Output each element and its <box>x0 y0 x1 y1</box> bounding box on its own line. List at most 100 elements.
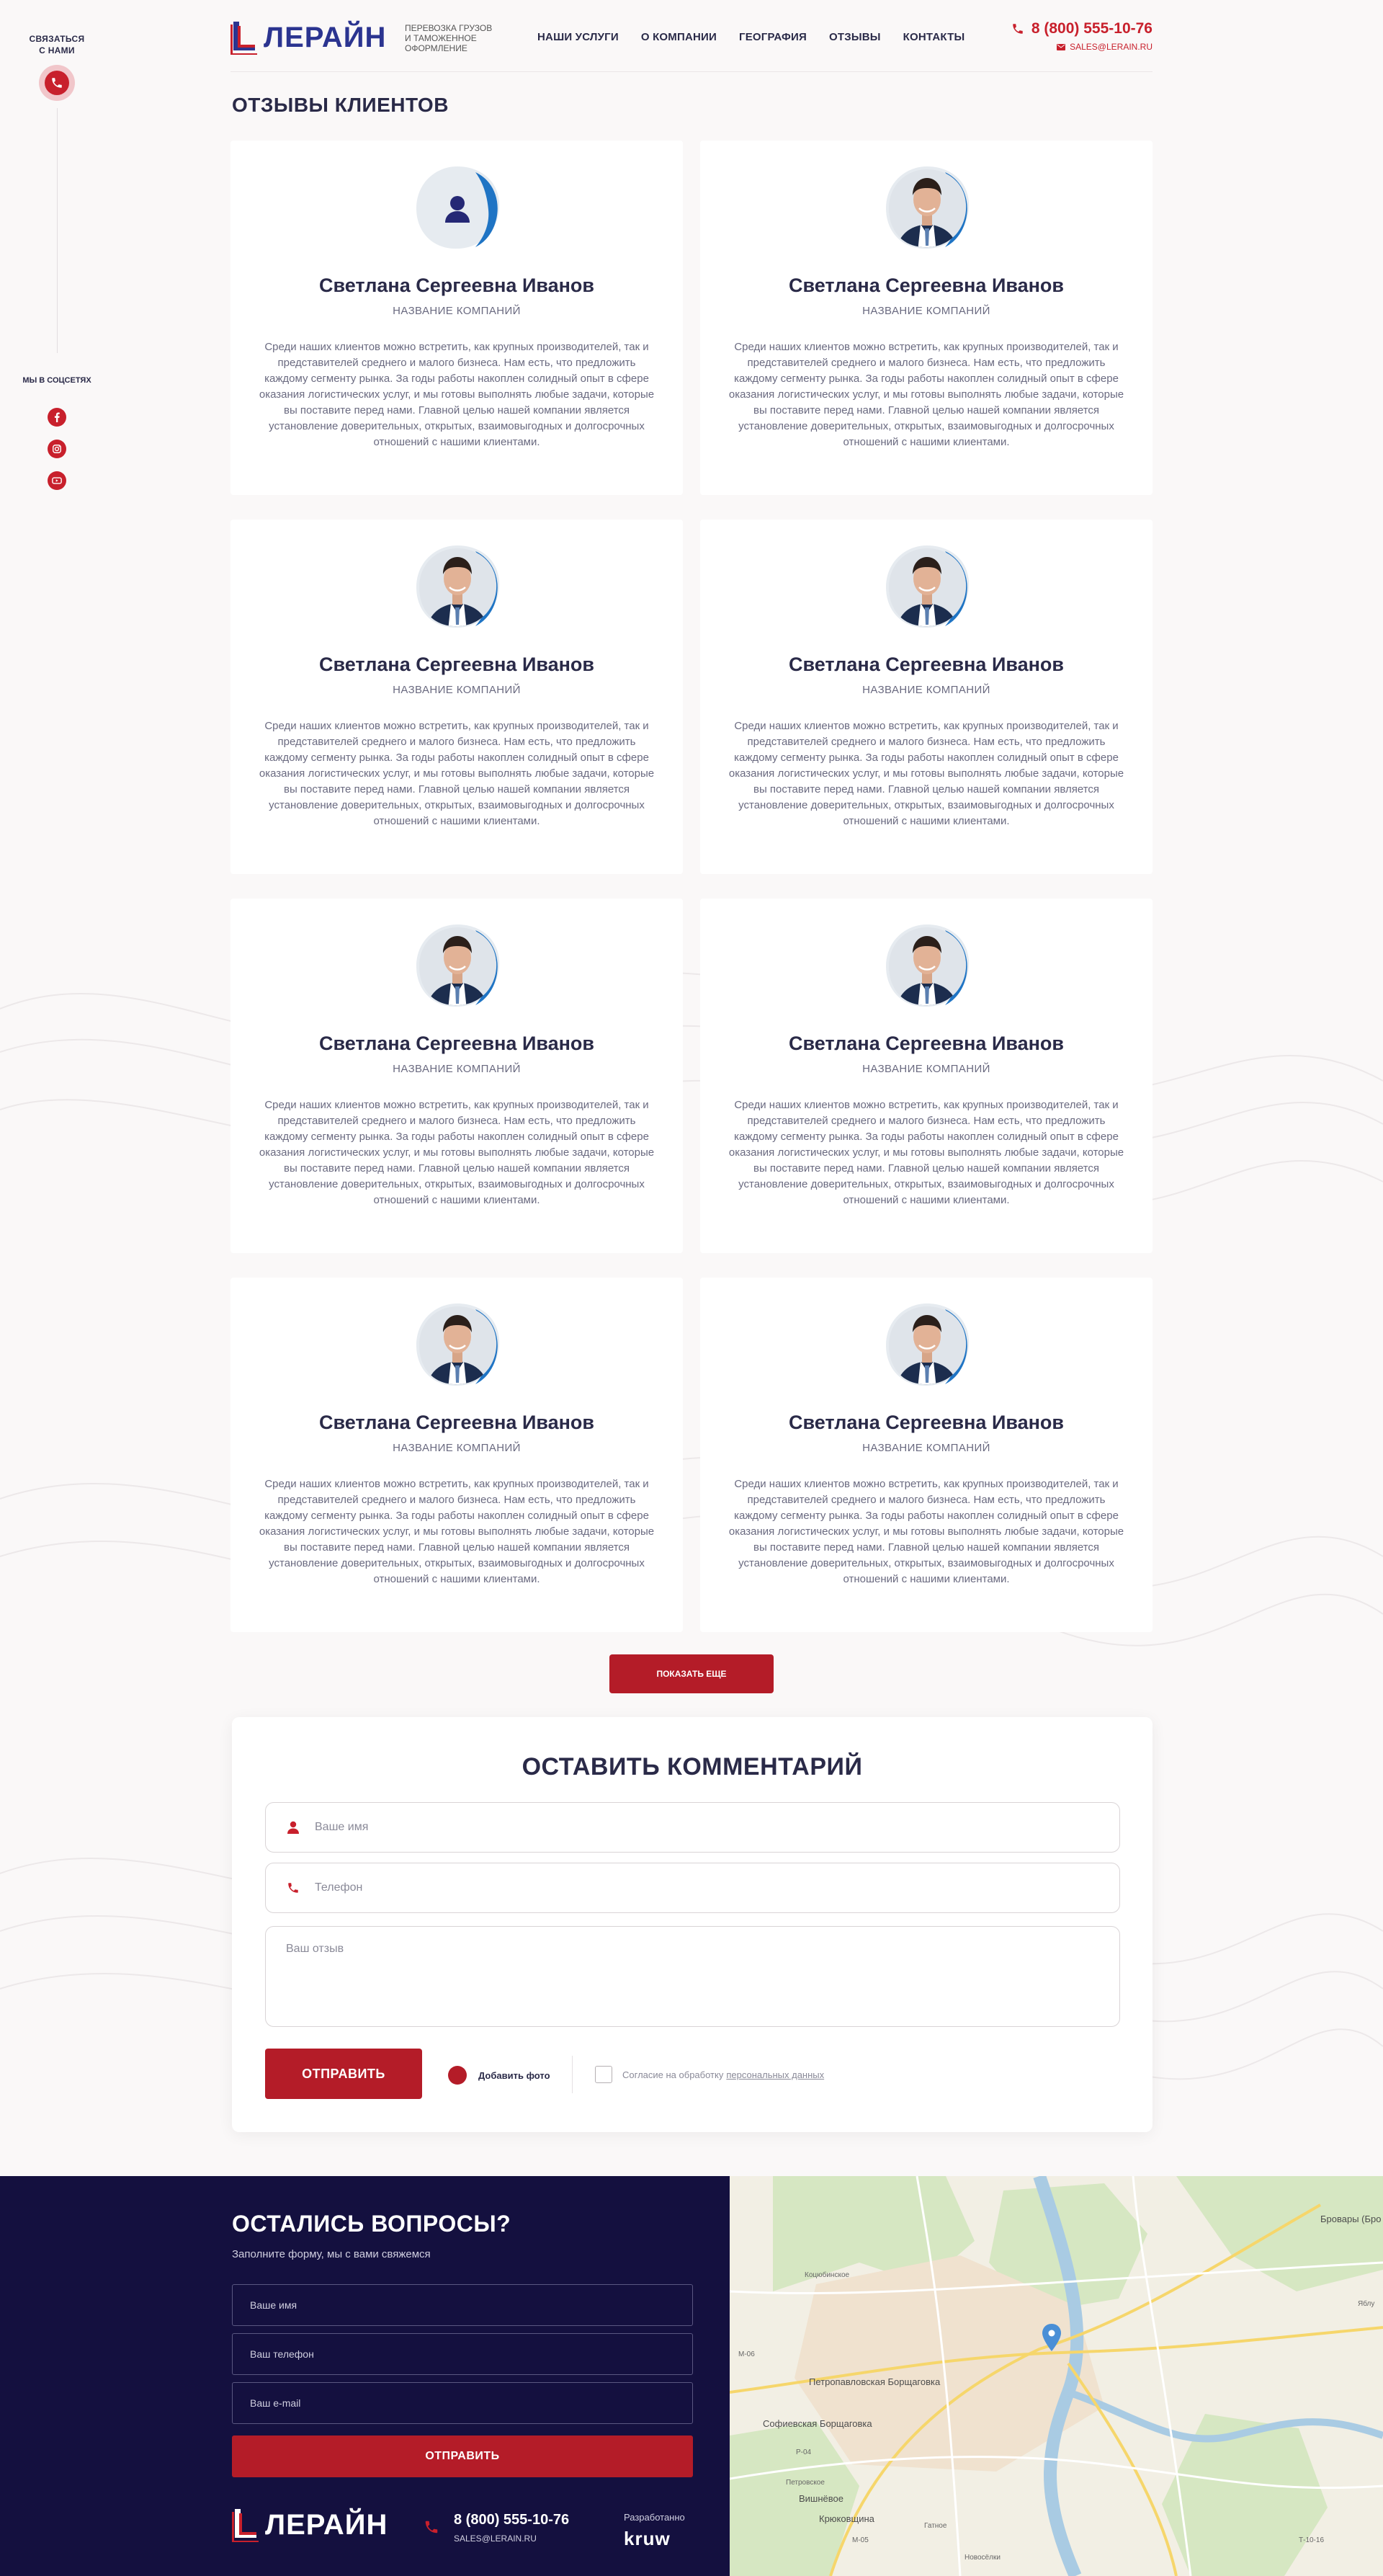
footer-email-input[interactable]: Ваш e-mail <box>232 2382 693 2424</box>
footer-subtitle: Заполните форму, мы с вами свяжемся <box>232 2248 431 2260</box>
footer-phone[interactable]: 8 (800) 555-10-76 <box>454 2512 569 2528</box>
reviewer-company: НАЗВАНИЕ КОМПАНИЙ <box>393 1063 521 1075</box>
developer-label: Разработанно <box>624 2512 685 2523</box>
social-title: МЫ В СОЦСЕТЯХ <box>22 376 91 385</box>
reviewer-name: Светлана Сергеевна Иванов <box>318 275 595 296</box>
logo-tagline: ПЕРЕВОЗКА ГРУЗОВ И ТАМОЖЕННОЕ ОФОРМЛЕНИЕ <box>405 23 493 53</box>
review-text: Среди наших клиентов можно встретить, ка… <box>259 341 655 448</box>
logo-mark-icon <box>230 22 257 55</box>
map-label-petropavlivska: Петропавловская Борщаговка <box>809 2376 941 2387</box>
contact-us-label[interactable]: СВЯЗАТЬСЯ С НАМИ <box>14 33 99 56</box>
reviewer-name: Светлана Сергеевна Иванов <box>318 654 595 675</box>
map-label-yablu: Яблу <box>1358 2300 1375 2308</box>
phone-icon <box>52 78 62 88</box>
logo-text: ЛЕРАЙН <box>264 21 387 53</box>
comment-review-textarea[interactable]: Ваш отзыв <box>265 1926 1120 2027</box>
consent-label: Согласие на обработку <box>622 2069 724 2080</box>
review-text: Среди наших клиентов можно встретить, ка… <box>728 1478 1124 1585</box>
comment-phone-field[interactable]: Телефон <box>265 1863 1120 1913</box>
reviewer-avatar <box>886 545 970 628</box>
review-card: Светлана Сергеевна Иванов НАЗВАНИЕ КОМПАН… <box>700 899 1152 1253</box>
map-label-brovary: Бровары (Бро <box>1320 2214 1382 2224</box>
map-road-t1016: Т-10-16 <box>1299 2536 1325 2544</box>
add-photo-icon <box>448 2066 467 2085</box>
map-road-m05: М-05 <box>852 2536 869 2544</box>
header-email[interactable]: SALES@LERAIN.RU <box>1057 42 1152 52</box>
reviewer-name: Светлана Сергеевна Иванов <box>788 654 1065 675</box>
nav-about[interactable]: О КОМПАНИИ <box>641 31 717 43</box>
map-road-m06: М-06 <box>738 2350 755 2358</box>
review-card: Светлана Сергеевна Иванов НАЗВАНИЕ КОМПАН… <box>700 141 1152 495</box>
map-label-hatne: Гатное <box>924 2522 947 2530</box>
comment-phone-placeholder: Телефон <box>315 1881 363 1894</box>
header-phone[interactable]: 8 (800) 555-10-76 <box>1011 20 1152 37</box>
review-text: Среди наших клиентов можно встретить, ка… <box>728 1099 1124 1206</box>
rail-divider <box>57 108 58 353</box>
checkbox-icon[interactable] <box>595 2066 612 2083</box>
logo-mark-icon <box>232 2509 259 2542</box>
phone-icon <box>288 1883 298 1893</box>
comment-form: ОСТАВИТЬ КОММЕНТАРИЙ Ваше имя Телефон Ва… <box>232 1717 1152 2132</box>
footer-name-input[interactable]: Ваше имя <box>232 2284 693 2326</box>
instagram-icon[interactable] <box>48 440 66 458</box>
call-button[interactable] <box>39 65 75 101</box>
add-photo-button[interactable]: Добавить фото <box>448 2066 550 2085</box>
review-card: Светлана Сергеевна Иванов НАЗВАНИЕ КОМПАН… <box>700 1278 1152 1632</box>
map-label-sofiivska: Софиевская Борщаговка <box>763 2418 872 2429</box>
mail-icon <box>1057 43 1066 50</box>
left-rail: СВЯЗАТЬСЯ С НАМИ МЫ В СОЦСЕТЯХ <box>0 0 115 2176</box>
review-text: Среди наших клиентов можно встретить, ка… <box>259 1478 655 1585</box>
facebook-icon[interactable] <box>48 408 66 427</box>
footer-logo[interactable]: ЛЕРАЙН <box>232 2508 388 2542</box>
main-nav: НАШИ УСЛУГИ О КОМПАНИИ ГЕОГРАФИЯ ОТЗЫВЫ … <box>537 31 987 43</box>
site-logo[interactable]: ЛЕРАЙН <box>230 20 386 55</box>
footer-title: ОСТАЛИСЬ ВОПРОСЫ? <box>232 2211 511 2237</box>
add-photo-label: Добавить фото <box>478 2069 550 2081</box>
footer-logo-text: ЛЕРАЙН <box>265 2508 388 2541</box>
phone-icon <box>425 2521 438 2533</box>
comment-form-title: ОСТАВИТЬ КОММЕНТАРИЙ <box>522 1753 863 1781</box>
show-more-button[interactable]: ПОКАЗАТЬ ЕЩЕ <box>609 1654 774 1693</box>
footer-submit-button[interactable]: ОТПРАВИТЬ <box>232 2435 693 2477</box>
nav-services[interactable]: НАШИ УСЛУГИ <box>537 31 619 43</box>
map[interactable]: Бровары (Бро Коцюбинское Петропавловская… <box>730 2176 1383 2576</box>
reviewer-name: Светлана Сергеевна Иванов <box>318 1033 595 1054</box>
developer-logo[interactable]: kruw <box>624 2528 671 2550</box>
comment-submit-button[interactable]: ОТПРАВИТЬ <box>265 2049 422 2099</box>
comment-name-field[interactable]: Ваше имя <box>265 1802 1120 1853</box>
consent-checkbox[interactable]: Согласие на обработку персональных данны… <box>595 2066 824 2083</box>
review-card: Светлана Сергеевна Иванов НАЗВАНИЕ КОМПАН… <box>700 520 1152 874</box>
review-text: Среди наших клиентов можно встретить, ка… <box>728 720 1124 827</box>
phone-icon <box>1013 24 1023 34</box>
reviewer-avatar <box>886 924 970 1007</box>
page-title: ОТЗЫВЫ КЛИЕНТОВ <box>232 94 449 116</box>
reviewer-company: НАЗВАНИЕ КОМПАНИЙ <box>393 684 521 696</box>
reviewer-avatar <box>416 545 500 628</box>
form-divider <box>572 2056 573 2093</box>
reviewer-company: НАЗВАНИЕ КОМПАНИЙ <box>393 1442 521 1454</box>
map-label-kotsiubynske: Коцюбинское <box>805 2271 850 2279</box>
map-label-novoselky: Новосёлки <box>964 2554 1001 2562</box>
review-text: Среди наших клиентов можно встретить, ка… <box>259 720 655 827</box>
map-label-kriukivshchyna: Крюковщина <box>819 2513 874 2524</box>
footer-phone-input[interactable]: Ваш телефон <box>232 2333 693 2375</box>
reviewer-avatar <box>416 166 500 249</box>
youtube-icon[interactable] <box>48 471 66 490</box>
reviewer-avatar <box>886 166 970 249</box>
footer: ОСТАЛИСЬ ВОПРОСЫ? Заполните форму, мы с … <box>0 2176 730 2576</box>
map-label-petrovske: Петровское <box>786 2479 825 2487</box>
reviewer-avatar <box>886 1303 970 1386</box>
reviewer-name: Светлана Сергеевна Иванов <box>788 1033 1065 1054</box>
map-label-vyshneve: Вишнёвое <box>799 2493 843 2504</box>
site-header: ЛЕРАЙН ПЕРЕВОЗКА ГРУЗОВ И ТАМОЖЕННОЕ ОФО… <box>230 0 1152 72</box>
review-card: Светлана Сергеевна Иванов НАЗВАНИЕ КОМПАН… <box>230 520 683 874</box>
nav-geography[interactable]: ГЕОГРАФИЯ <box>739 31 807 43</box>
nav-contacts[interactable]: КОНТАКТЫ <box>903 31 965 43</box>
reviewer-company: НАЗВАНИЕ КОМПАНИЙ <box>862 305 990 317</box>
reviewer-name: Светлана Сергеевна Иванов <box>788 275 1065 296</box>
nav-reviews[interactable]: ОТЗЫВЫ <box>829 31 881 43</box>
review-card: Светлана Сергеевна Иванов НАЗВАНИЕ КОМПАН… <box>230 899 683 1253</box>
consent-link[interactable]: персональных данных <box>726 2069 824 2080</box>
footer-email[interactable]: SALES@LERAIN.RU <box>454 2533 537 2544</box>
comment-review-placeholder: Ваш отзыв <box>286 1943 344 1955</box>
